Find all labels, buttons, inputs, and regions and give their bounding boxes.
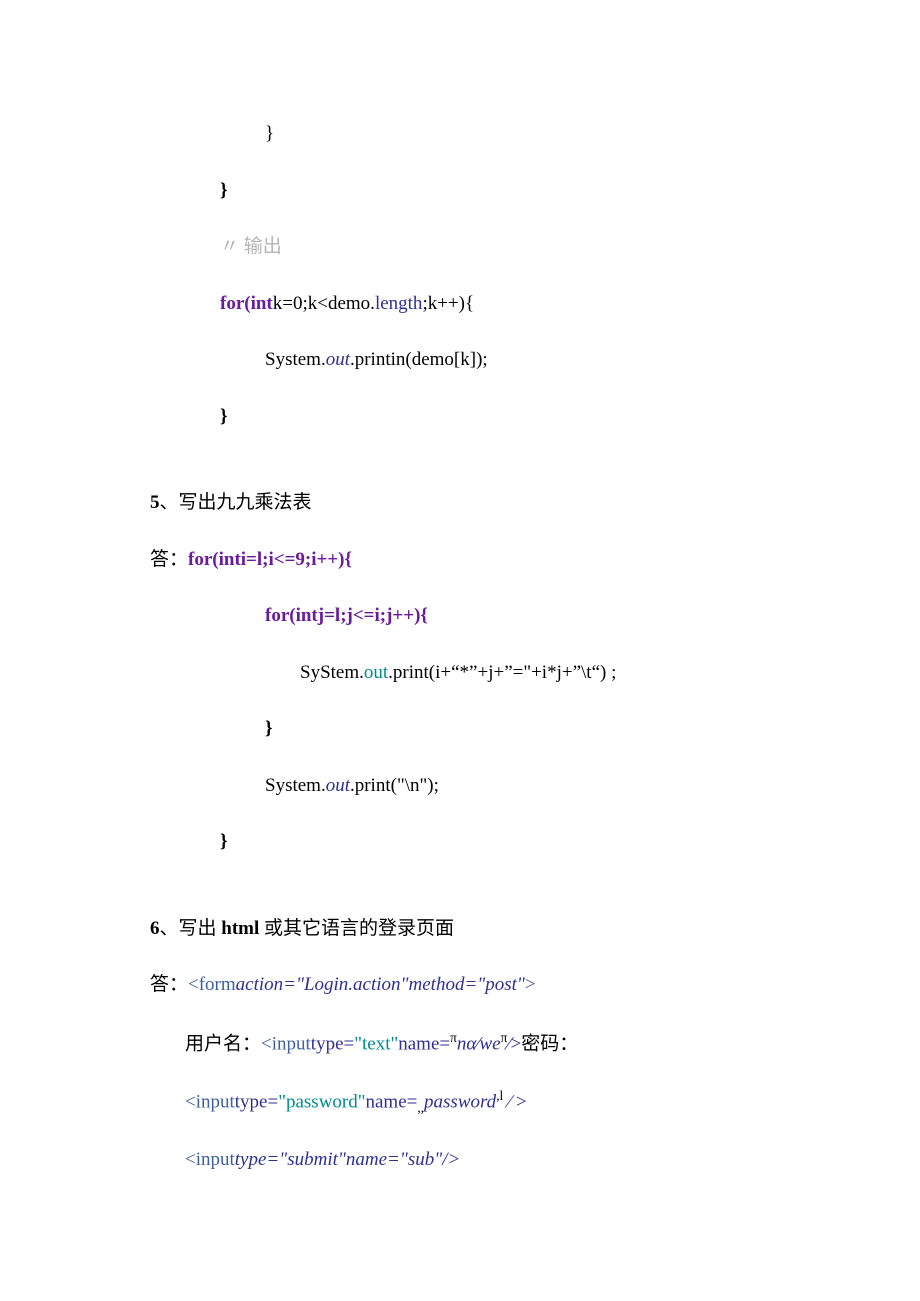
code-line: }	[150, 177, 770, 206]
code: .print("\n");	[350, 775, 439, 796]
member-out: out	[326, 775, 350, 796]
attr: type=	[235, 1092, 278, 1113]
label-username: 用户名：	[185, 1033, 261, 1054]
brace: }	[265, 123, 274, 144]
keyword-for: for(int	[220, 293, 273, 314]
answer-label: 答：	[150, 549, 188, 570]
attrs: type="submit"name="sub"/>	[235, 1149, 461, 1170]
code-line: SyStem.out.print(i+“*”+j+”="+i*j+”\t“) ;	[150, 659, 770, 688]
sup: π	[450, 1030, 457, 1045]
code-line: }	[150, 120, 770, 149]
brace: }	[150, 403, 770, 432]
q-text: 或其它语言的登录页面	[264, 918, 454, 939]
attr: name=	[366, 1092, 418, 1113]
code-comment: 〃 输出	[150, 233, 770, 262]
q-text: 写出	[179, 918, 222, 939]
spacer	[150, 459, 770, 489]
code-line: for(intj=l;j<=i;j++){	[150, 602, 770, 631]
code: .printin(demo[k]);	[350, 349, 488, 370]
answer-5: 答：for(inti=l;i<=9;i++){	[150, 546, 770, 575]
label-password: 密码：	[521, 1033, 578, 1054]
member-length: length	[375, 293, 423, 314]
code: .print(i+“*”+j+”="+i*j+”\t“) ;	[388, 662, 616, 683]
punct: 、	[160, 492, 179, 513]
attr-val: nα⁄we	[457, 1033, 501, 1054]
code-line: System.out.printin(demo[k]);	[150, 346, 770, 375]
comment-mark: 〃	[220, 236, 239, 257]
comment-text: 输出	[244, 236, 282, 257]
brace: }	[220, 180, 228, 201]
q-text: 写出九九乘法表	[179, 492, 312, 513]
document-page: } } 〃 输出 for(intk=0;k<demo.length;k++){ …	[0, 0, 920, 1283]
tag-input: <input	[185, 1092, 235, 1113]
member-out: out	[364, 662, 388, 683]
code: System.	[265, 349, 326, 370]
html-word: html	[221, 918, 264, 939]
answer-6: 答：<formaction="Login.action"method="post…	[150, 971, 770, 1000]
code-line: 用户名：<inputtype="text"name=πnα⁄weπ∕>密码：	[150, 1028, 770, 1059]
code: SyStem.	[300, 662, 364, 683]
attr-val: password	[424, 1092, 496, 1113]
attr: name=	[398, 1033, 450, 1054]
brace: }	[150, 828, 770, 857]
q-number: 6	[150, 918, 160, 939]
attr: type=	[311, 1033, 354, 1054]
question-6: 6、写出 html 或其它语言的登录页面	[150, 915, 770, 944]
code-for: for(intj=l;j<=i;j++){	[265, 605, 428, 626]
code: ;k++){	[422, 293, 474, 314]
attrs: action="Login.action"method="post"	[236, 974, 525, 995]
code: System.	[265, 775, 326, 796]
brace-text: }	[265, 718, 273, 739]
brace: }	[150, 715, 770, 744]
spacer	[150, 885, 770, 915]
code: k=0;k<demo.	[273, 293, 375, 314]
code-line: System.out.print("\n");	[150, 772, 770, 801]
brace-text: }	[220, 406, 228, 427]
tag-close: ∕ >	[503, 1092, 526, 1113]
tag-input: <input	[261, 1033, 311, 1054]
tag-form: <form	[188, 974, 236, 995]
attr-val: "text"	[354, 1033, 398, 1054]
brace-text: }	[220, 831, 228, 852]
tag-close: >	[525, 974, 536, 995]
tag-close: ∕>	[507, 1033, 521, 1054]
tag-input: <input	[185, 1149, 235, 1170]
attr-val: "password"	[278, 1092, 365, 1113]
code-line: <inputtype="password"name=,,password,l ∕…	[150, 1086, 770, 1118]
q-number: 5	[150, 492, 160, 513]
question-5: 5、写出九九乘法表	[150, 489, 770, 518]
code-line: <inputtype="submit"name="sub"/>	[150, 1146, 770, 1175]
code-line: for(intk=0;k<demo.length;k++){	[150, 290, 770, 319]
code-for: for(inti=l;i<=9;i++){	[188, 549, 352, 570]
answer-label: 答：	[150, 974, 188, 995]
member-out: out	[326, 349, 350, 370]
punct: 、	[160, 918, 179, 939]
